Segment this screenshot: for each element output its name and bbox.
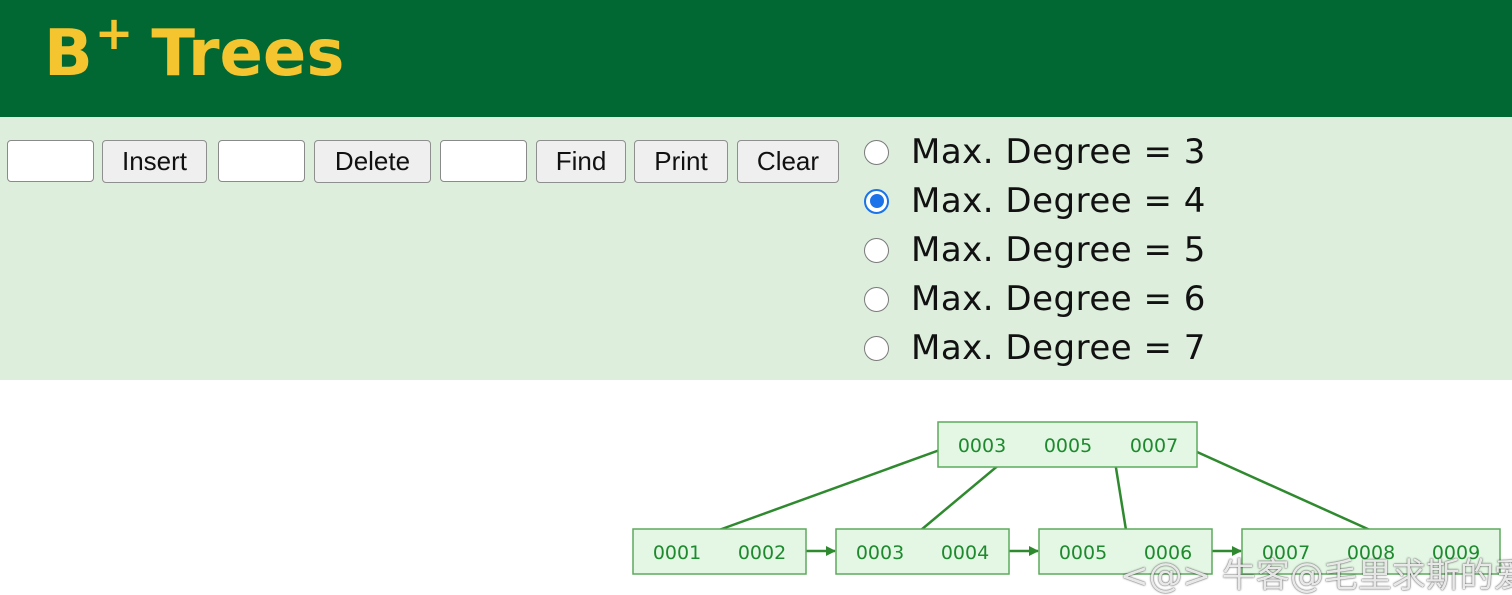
print-button[interactable]: Print [634, 140, 728, 183]
node-key: 0005 [1044, 435, 1092, 457]
max-degree-label: Max. Degree = 3 [911, 132, 1206, 172]
max-degree-option-7[interactable]: Max. Degree = 7 [864, 326, 1206, 370]
radio-button[interactable] [864, 188, 889, 214]
node-key: 0003 [958, 435, 1006, 457]
leaf-node: 0001 0002 [632, 528, 807, 575]
insert-button[interactable]: Insert [102, 140, 207, 183]
delete-value-input[interactable] [218, 140, 305, 182]
tree-edge [1185, 445, 1371, 532]
find-value-input[interactable] [440, 140, 527, 182]
max-degree-option-5[interactable]: Max. Degree = 5 [864, 228, 1206, 272]
title-main: B [44, 17, 93, 91]
node-key: 0001 [653, 542, 701, 564]
root-node: 0003 0005 0007 [937, 421, 1198, 468]
node-key: 0007 [1130, 435, 1178, 457]
page-title: B+ Trees [44, 6, 345, 99]
node-key: 0005 [1059, 542, 1107, 564]
max-degree-option-4[interactable]: Max. Degree = 4 [864, 179, 1206, 223]
find-button[interactable]: Find [536, 140, 626, 183]
radio-button[interactable] [864, 286, 889, 312]
title-rest: Trees [151, 17, 345, 91]
max-degree-option-3[interactable]: Max. Degree = 3 [864, 130, 1206, 174]
radio-button[interactable] [864, 237, 889, 263]
title-superscript: + [94, 6, 134, 60]
max-degree-label: Max. Degree = 6 [911, 279, 1206, 319]
radio-button[interactable] [864, 139, 889, 165]
clear-button[interactable]: Clear [737, 140, 839, 183]
max-degree-label: Max. Degree = 5 [911, 230, 1206, 270]
max-degree-label: Max. Degree = 4 [911, 181, 1206, 221]
max-degree-label: Max. Degree = 7 [911, 328, 1206, 368]
watermark-text: <@> 牛客@毛里求斯的爱 [1120, 556, 1512, 595]
delete-button[interactable]: Delete [314, 140, 431, 183]
node-key: 0003 [856, 542, 904, 564]
leaf-node: 0003 0004 [835, 528, 1010, 575]
tree-edge [718, 445, 949, 532]
node-key: 0004 [941, 542, 989, 564]
insert-value-input[interactable] [7, 140, 94, 182]
radio-button[interactable] [864, 335, 889, 361]
max-degree-option-6[interactable]: Max. Degree = 6 [864, 277, 1206, 321]
node-key: 0002 [738, 542, 786, 564]
b-plus-tree-visualizer: B+ Trees Insert Delete Find Print Clear M… [0, 0, 1512, 595]
page-header: B+ Trees [0, 0, 1512, 117]
